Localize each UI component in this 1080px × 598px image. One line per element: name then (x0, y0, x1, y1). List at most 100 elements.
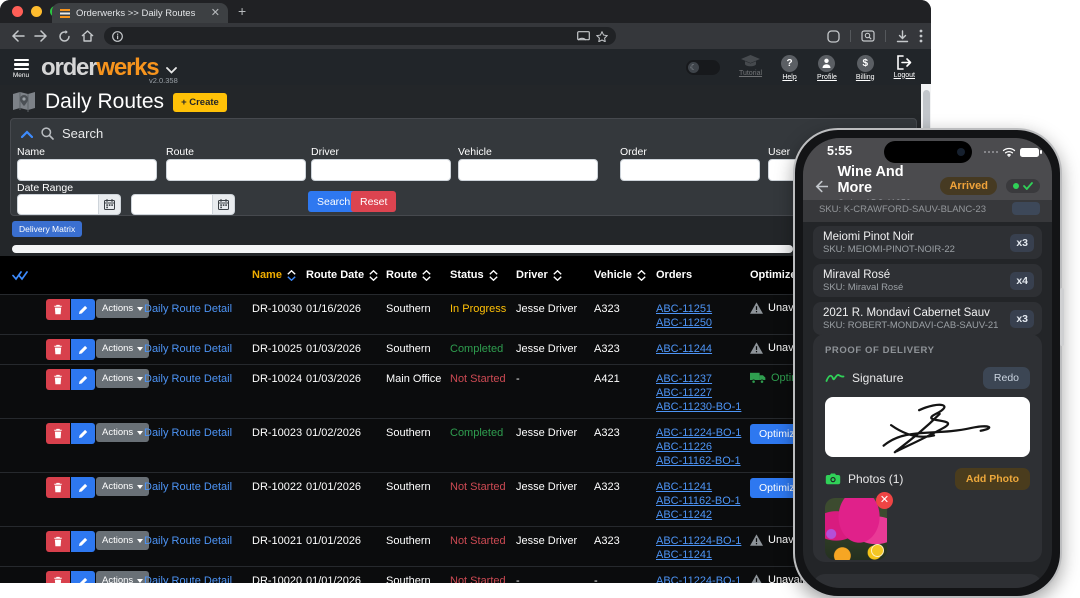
menu-button[interactable]: Menu (9, 56, 33, 80)
delete-button[interactable] (46, 423, 70, 444)
column-header-driver[interactable]: Driver (516, 269, 594, 281)
order-link[interactable]: ABC-11250 (656, 316, 750, 330)
daily-route-detail-link[interactable]: Daily Route Detail (144, 477, 232, 495)
download-icon[interactable] (896, 30, 909, 43)
collapse-chevron-icon[interactable] (21, 130, 33, 138)
back-arrow-icon[interactable] (815, 180, 828, 193)
nav-help[interactable]: ? Help (781, 55, 798, 81)
actions-dropdown-button[interactable]: Actions (96, 299, 149, 318)
minimize-window-button[interactable] (31, 6, 42, 17)
bookmark-star-icon[interactable] (596, 31, 608, 42)
order-link[interactable]: ABC-11224-BO-1 (656, 426, 750, 440)
back-icon[interactable] (8, 26, 28, 46)
new-tab-button[interactable]: + (238, 4, 246, 18)
actions-dropdown-button[interactable]: Actions (96, 369, 149, 388)
browser-tab[interactable]: Orderwerks >> Daily Routes ✕ (52, 3, 228, 23)
close-window-button[interactable] (12, 6, 23, 17)
edit-button[interactable] (71, 299, 95, 320)
order-link[interactable]: ABC-11237 (656, 372, 750, 386)
horizontal-scrollbar[interactable] (12, 245, 793, 253)
delete-button[interactable] (46, 299, 70, 320)
site-info-icon[interactable] (112, 31, 123, 42)
delivery-matrix-button[interactable]: Delivery Matrix (12, 221, 82, 237)
column-header-status[interactable]: Status (450, 269, 516, 281)
calendar-icon[interactable] (99, 194, 121, 215)
reset-button[interactable]: Reset (351, 191, 396, 212)
signature-pad[interactable] (825, 397, 1030, 457)
actions-dropdown-button[interactable]: Actions (96, 571, 149, 583)
sort-icons[interactable] (489, 270, 498, 281)
route-input[interactable] (166, 159, 306, 181)
tab-close-icon[interactable]: ✕ (211, 8, 220, 19)
order-link[interactable]: ABC-11224-BO-1 (656, 574, 750, 583)
sort-icons[interactable] (287, 270, 296, 281)
forward-icon[interactable] (31, 26, 51, 46)
vehicle-input[interactable] (458, 159, 598, 181)
order-link[interactable]: ABC-11241 (656, 548, 750, 562)
name-input[interactable] (17, 159, 157, 181)
column-header-route-date[interactable]: Route Date (306, 269, 386, 281)
remove-photo-icon[interactable]: ✕ (876, 492, 893, 509)
actions-dropdown-button[interactable]: Actions (96, 531, 149, 550)
column-header-vehicle[interactable]: Vehicle (594, 269, 656, 281)
date-from-input[interactable] (17, 194, 99, 215)
edit-button[interactable] (71, 339, 95, 360)
order-link[interactable]: ABC-11244 (656, 342, 750, 356)
date-to-input[interactable] (131, 194, 213, 215)
reload-icon[interactable] (54, 26, 74, 46)
nav-logout[interactable]: Logout (894, 55, 915, 79)
order-link[interactable]: ABC-11241 (656, 480, 750, 494)
daily-route-detail-link[interactable]: Daily Route Detail (144, 531, 232, 549)
url-bar[interactable] (104, 27, 616, 45)
orderwerks-logo[interactable]: orderwerks (41, 53, 158, 83)
redo-signature-button[interactable]: Redo (983, 367, 1030, 389)
column-header-route[interactable]: Route (386, 269, 450, 281)
edit-button[interactable] (71, 571, 95, 583)
calendar-icon[interactable] (213, 194, 235, 215)
order-link[interactable]: ABC-11230-BO-1 (656, 400, 750, 414)
add-photo-button[interactable]: Add Photo (955, 468, 1030, 490)
actions-dropdown-button[interactable]: Actions (96, 423, 149, 442)
delete-button[interactable] (46, 477, 70, 498)
order-link[interactable]: ABC-11224-BO-1 (656, 534, 750, 548)
edit-button[interactable] (71, 423, 95, 444)
edit-button[interactable] (71, 369, 95, 390)
daily-route-detail-link[interactable]: Daily Route Detail (144, 423, 232, 441)
tab-search-icon[interactable] (861, 30, 875, 43)
order-link[interactable]: ABC-11162-BO-1 (656, 454, 750, 468)
nav-profile[interactable]: Profile (817, 55, 837, 81)
order-link[interactable]: ABC-11162-BO-1 (656, 494, 750, 508)
column-header-name[interactable]: Name (252, 269, 306, 281)
browser-menu-icon[interactable] (919, 29, 923, 43)
order-link[interactable]: ABC-11242 (656, 508, 750, 522)
sort-icons[interactable] (422, 270, 431, 281)
sort-icons[interactable] (637, 270, 646, 281)
dark-mode-toggle[interactable]: ☾ (686, 60, 720, 75)
order-link[interactable]: ABC-11251 (656, 302, 750, 316)
driver-input[interactable] (311, 159, 451, 181)
select-all-icon[interactable] (12, 270, 46, 281)
actions-dropdown-button[interactable]: Actions (96, 477, 149, 496)
extensions-icon[interactable] (827, 30, 840, 43)
daily-route-detail-link[interactable]: Daily Route Detail (144, 339, 232, 357)
daily-route-detail-link[interactable]: Daily Route Detail (144, 571, 232, 583)
order-link[interactable]: ABC-11227 (656, 386, 750, 400)
actions-dropdown-button[interactable]: Actions (96, 339, 149, 358)
cast-icon[interactable] (577, 31, 590, 41)
order-link[interactable]: ABC-11226 (656, 440, 750, 454)
delete-button[interactable] (46, 531, 70, 552)
sort-icons[interactable] (553, 270, 562, 281)
create-button[interactable]: + Create (173, 93, 227, 112)
nav-billing[interactable]: $ Billing (856, 55, 875, 81)
edit-button[interactable] (71, 477, 95, 498)
sort-icons[interactable] (369, 270, 378, 281)
delete-button[interactable] (46, 339, 70, 360)
daily-route-detail-link[interactable]: Daily Route Detail (144, 369, 232, 387)
order-input[interactable] (620, 159, 760, 181)
delete-button[interactable] (46, 571, 70, 583)
delete-button[interactable] (46, 369, 70, 390)
daily-route-detail-link[interactable]: Daily Route Detail (144, 299, 232, 317)
edit-button[interactable] (71, 531, 95, 552)
delivery-photo-thumbnail[interactable]: ✕ (825, 498, 887, 560)
home-icon[interactable] (77, 26, 97, 46)
